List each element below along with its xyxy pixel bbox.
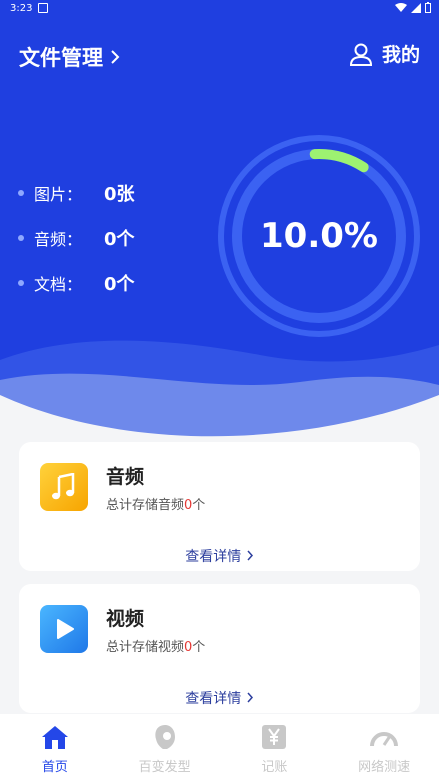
signal-icon: [411, 2, 421, 13]
tab-label: 记账: [261, 759, 288, 775]
desc-prefix: 总计存储音频: [106, 498, 185, 513]
home-icon: [41, 725, 68, 749]
hair-icon: [155, 724, 175, 749]
mine-button[interactable]: 我的: [348, 40, 420, 67]
card-title: 音频: [106, 466, 145, 488]
tab-home[interactable]: 首页: [5, 722, 105, 775]
music-note-icon: [40, 463, 88, 511]
progress-percent: 10.0%: [260, 216, 378, 256]
details-label: 查看详情: [185, 549, 242, 565]
wifi-icon: [395, 2, 407, 12]
yen-icon: [262, 724, 287, 749]
bullet-dot: [18, 234, 24, 241]
mine-label: 我的: [381, 44, 420, 66]
bottom-tab-bar: 首页 百变发型 记账 网络测速: [0, 714, 439, 782]
tab-label: 百变发型: [138, 759, 191, 775]
stat-label: 图片：: [34, 184, 83, 204]
bullet-dot: [18, 279, 24, 286]
battery-icon: [425, 2, 431, 13]
desc-suffix: 个: [192, 498, 206, 513]
play-icon: [40, 605, 88, 653]
bullet-dot: [18, 189, 24, 196]
stat-row-audio: 音频： 0个: [18, 215, 135, 260]
stat-value: 0个: [104, 273, 135, 295]
tab-label: 首页: [41, 759, 68, 775]
speedometer-icon: [370, 731, 399, 746]
tab-accounting[interactable]: 记账: [224, 722, 324, 775]
chevron-right-icon: [247, 692, 253, 703]
desc-suffix: 个: [192, 640, 206, 655]
page-title: 文件管理: [19, 46, 103, 70]
stat-value: 0个: [104, 228, 135, 250]
card-description: 总计存储视频0个: [106, 636, 205, 655]
storage-stats: 图片： 0张 音频： 0个 文档： 0个: [18, 170, 135, 305]
desc-prefix: 总计存储视频: [106, 640, 185, 655]
card-title: 视频: [106, 608, 145, 630]
card-description: 总计存储音频0个: [106, 494, 205, 513]
status-bar: 3:23: [0, 0, 439, 18]
tab-hairstyle[interactable]: 百变发型: [115, 722, 215, 775]
stat-value: 0张: [104, 183, 135, 205]
video-details-link[interactable]: 查看详情: [19, 688, 420, 708]
video-card[interactable]: 视频 总计存储视频0个 查看详情: [19, 584, 420, 713]
user-icon: [349, 43, 372, 66]
stat-label: 文档：: [34, 274, 83, 294]
stat-row-images: 图片： 0张: [18, 170, 135, 215]
file-management-link[interactable]: 文件管理: [19, 42, 121, 72]
stat-row-documents: 文档： 0个: [18, 260, 135, 305]
audio-details-link[interactable]: 查看详情: [19, 546, 420, 566]
tab-speedtest[interactable]: 网络测速: [334, 722, 434, 775]
chevron-right-icon: [111, 50, 120, 64]
chevron-right-icon: [247, 550, 253, 561]
audio-card[interactable]: 音频 总计存储音频0个 查看详情: [19, 442, 420, 571]
details-label: 查看详情: [185, 691, 242, 707]
notification-icon: [38, 3, 48, 13]
tab-label: 网络测速: [358, 759, 411, 775]
status-time: 3:23: [10, 3, 33, 14]
stat-label: 音频：: [34, 229, 83, 249]
